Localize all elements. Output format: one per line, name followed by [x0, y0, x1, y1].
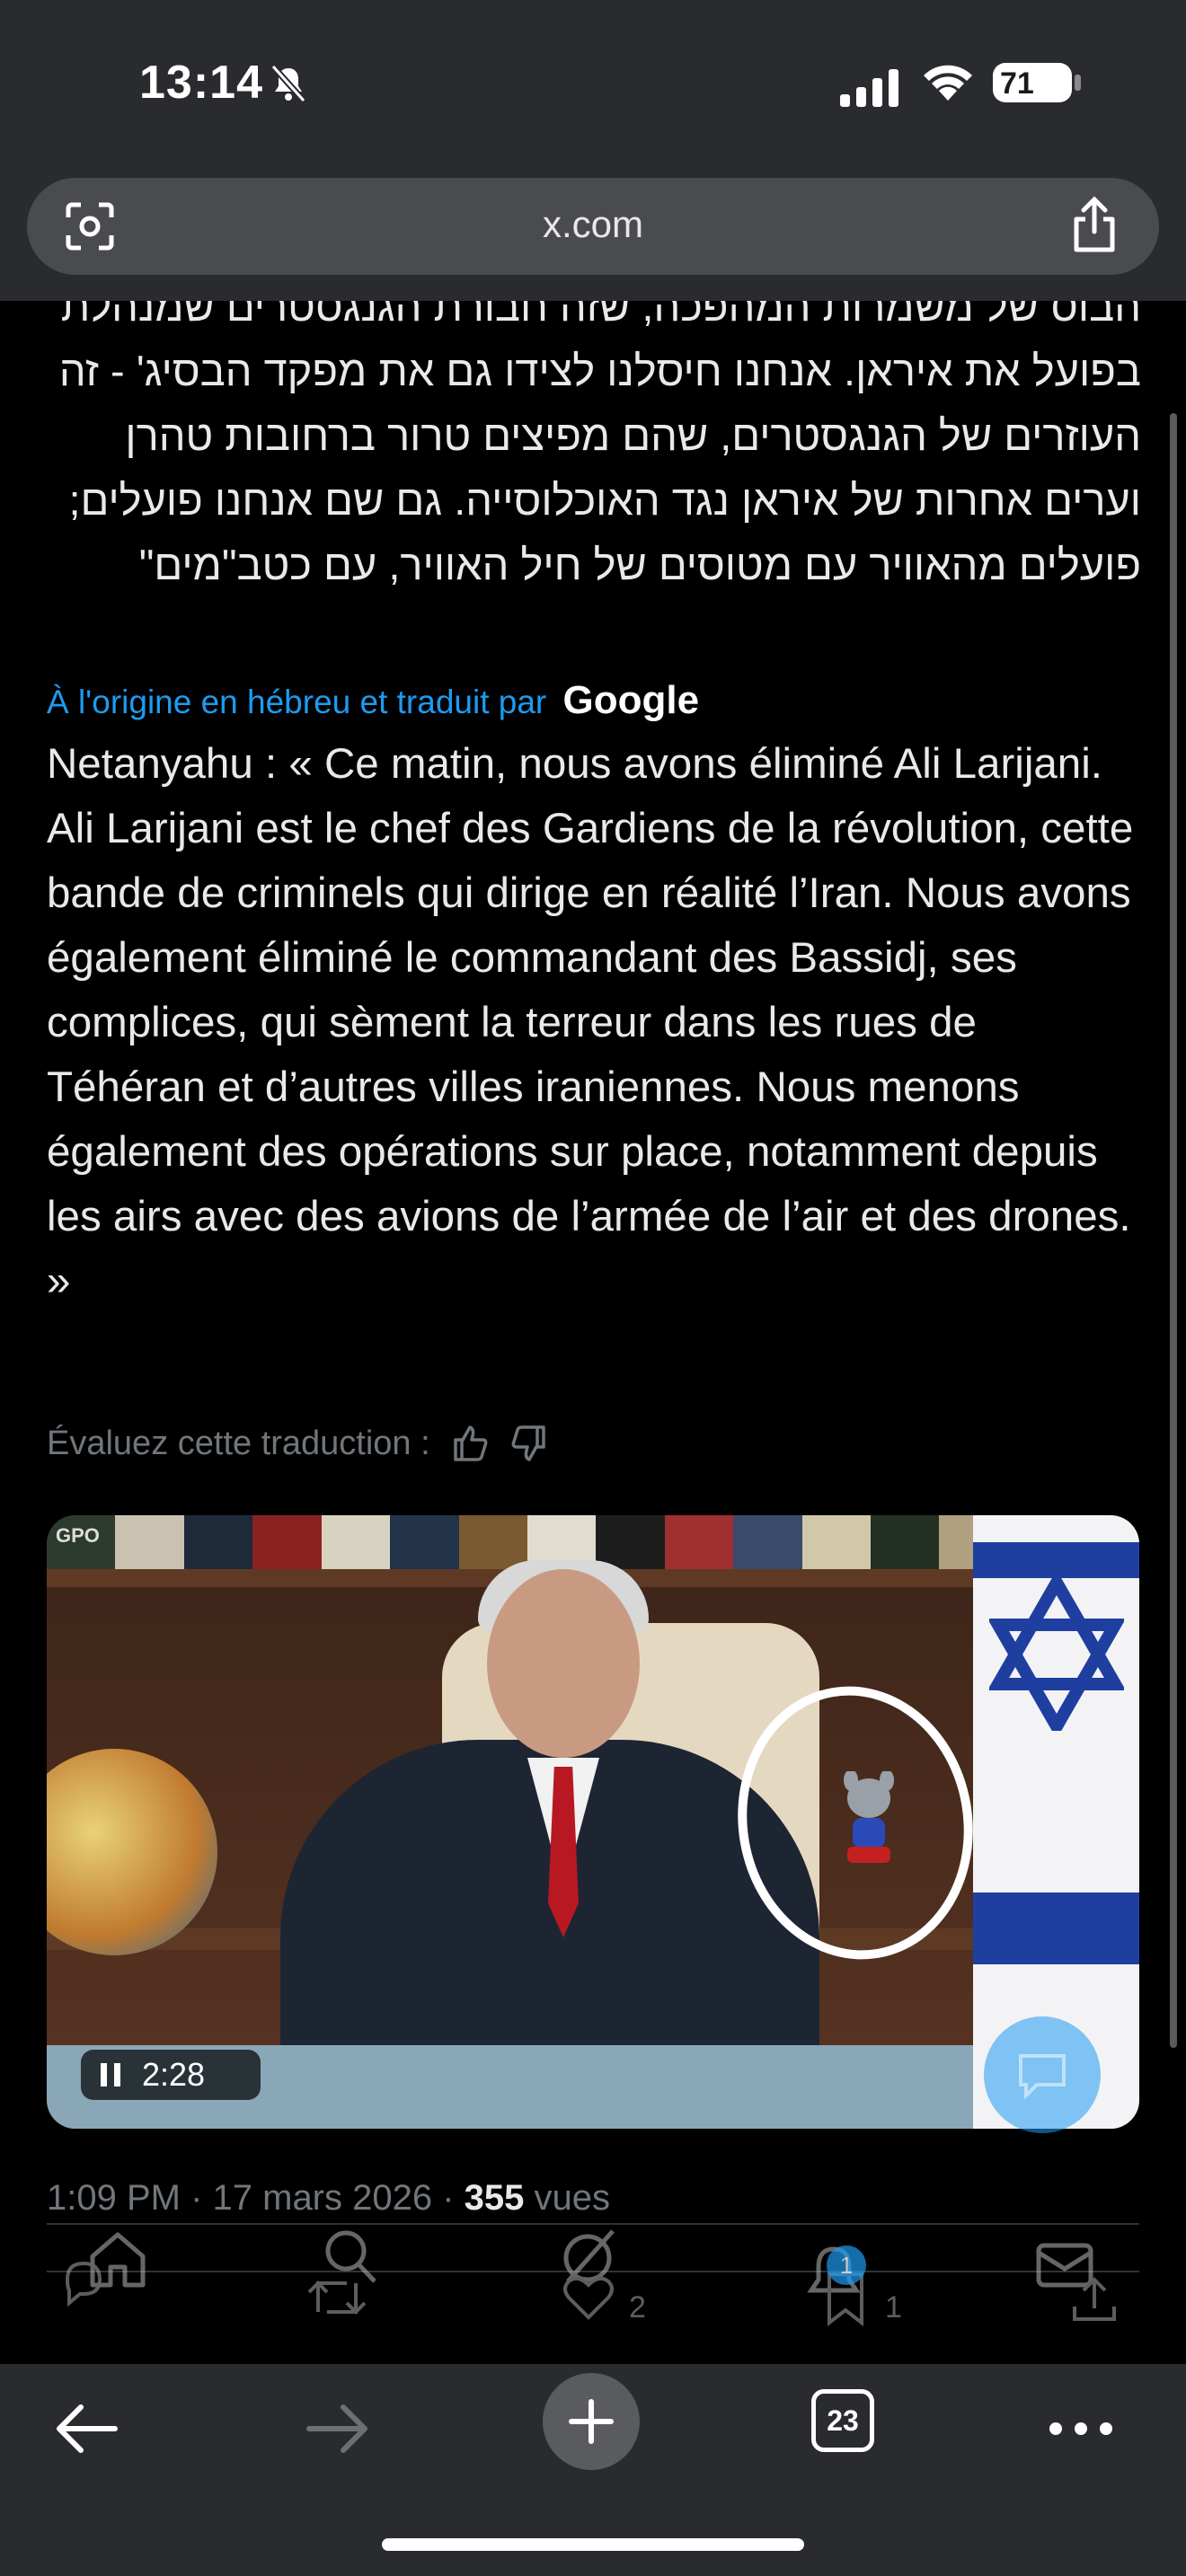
post-meta: 1:09 PM · 17 mars 2026 · 355 vues	[47, 2178, 610, 2219]
home-icon[interactable]	[85, 2228, 150, 2290]
translation-attribution: À l'origine en hébreu et traduit par Goo…	[47, 678, 699, 723]
like-icon[interactable]	[562, 2272, 615, 2321]
status-time: 13:14	[139, 57, 263, 109]
share-post-icon[interactable]	[1069, 2274, 1120, 2325]
forward-arrow-icon[interactable]	[304, 2400, 372, 2457]
gpo-watermark: GPO	[56, 1524, 100, 1547]
compose-fab-button[interactable]	[984, 2016, 1101, 2133]
action-bar: 2 1	[0, 2219, 1186, 2371]
translated-by-label: À l'origine en hébreu et traduit par	[47, 684, 547, 720]
home-indicator	[382, 2538, 804, 2551]
thumbs-up-icon[interactable]	[450, 1424, 490, 1463]
battery-cap	[1075, 75, 1081, 91]
search-icon[interactable]	[319, 2226, 380, 2289]
pause-icon[interactable]	[99, 2061, 122, 2088]
compose-icon	[1019, 2054, 1066, 2099]
star-of-david-icon	[989, 1578, 1124, 1731]
rate-translation: Évaluez cette traduction :	[47, 1424, 549, 1463]
plus-icon	[569, 2399, 614, 2444]
bell-muted-icon	[270, 64, 306, 103]
share-icon[interactable]	[1067, 196, 1121, 255]
views-count: 355	[464, 2178, 525, 2218]
address-bar[interactable]: x.com	[27, 178, 1159, 275]
cellular-signal-icon	[840, 69, 898, 107]
like-count: 2	[629, 2290, 646, 2325]
google-logo: Google	[562, 678, 700, 722]
original-hebrew-text: הבוס של משמרות המהפכה, שזה חבורת הגנגסטר…	[58, 282, 1141, 588]
video-time-badge[interactable]: 2:28	[81, 2050, 261, 2100]
translated-text: Netanyahu : « Ce matin, nous avons élimi…	[47, 740, 1134, 1305]
video-player[interactable]: GPO 2:28	[47, 1515, 1139, 2129]
tab-switcher-button[interactable]: 23	[811, 2389, 874, 2452]
new-tab-button[interactable]	[543, 2373, 640, 2470]
notification-badge: 1	[827, 2245, 866, 2285]
bookmark-count: 1	[885, 2290, 902, 2325]
post-timestamp: 1:09 PM · 17 mars 2026 ·	[47, 2178, 465, 2218]
more-icon[interactable]	[1047, 2418, 1115, 2439]
battery-percent: 71	[1000, 66, 1034, 101]
thumbs-down-icon[interactable]	[509, 1424, 549, 1463]
back-arrow-icon[interactable]	[52, 2400, 120, 2457]
battery-indicator: 71	[993, 63, 1072, 102]
wifi-icon	[924, 65, 972, 101]
person-head	[487, 1569, 640, 1758]
rate-translation-label: Évaluez cette traduction :	[47, 1424, 430, 1462]
views-label: vues	[524, 2178, 611, 2218]
url-text[interactable]: x.com	[27, 203, 1159, 246]
browser-top-chrome: 13:14 71 x.com	[0, 0, 1186, 301]
scrollbar[interactable]	[1170, 413, 1177, 2048]
video-duration: 2:28	[142, 2056, 206, 2093]
